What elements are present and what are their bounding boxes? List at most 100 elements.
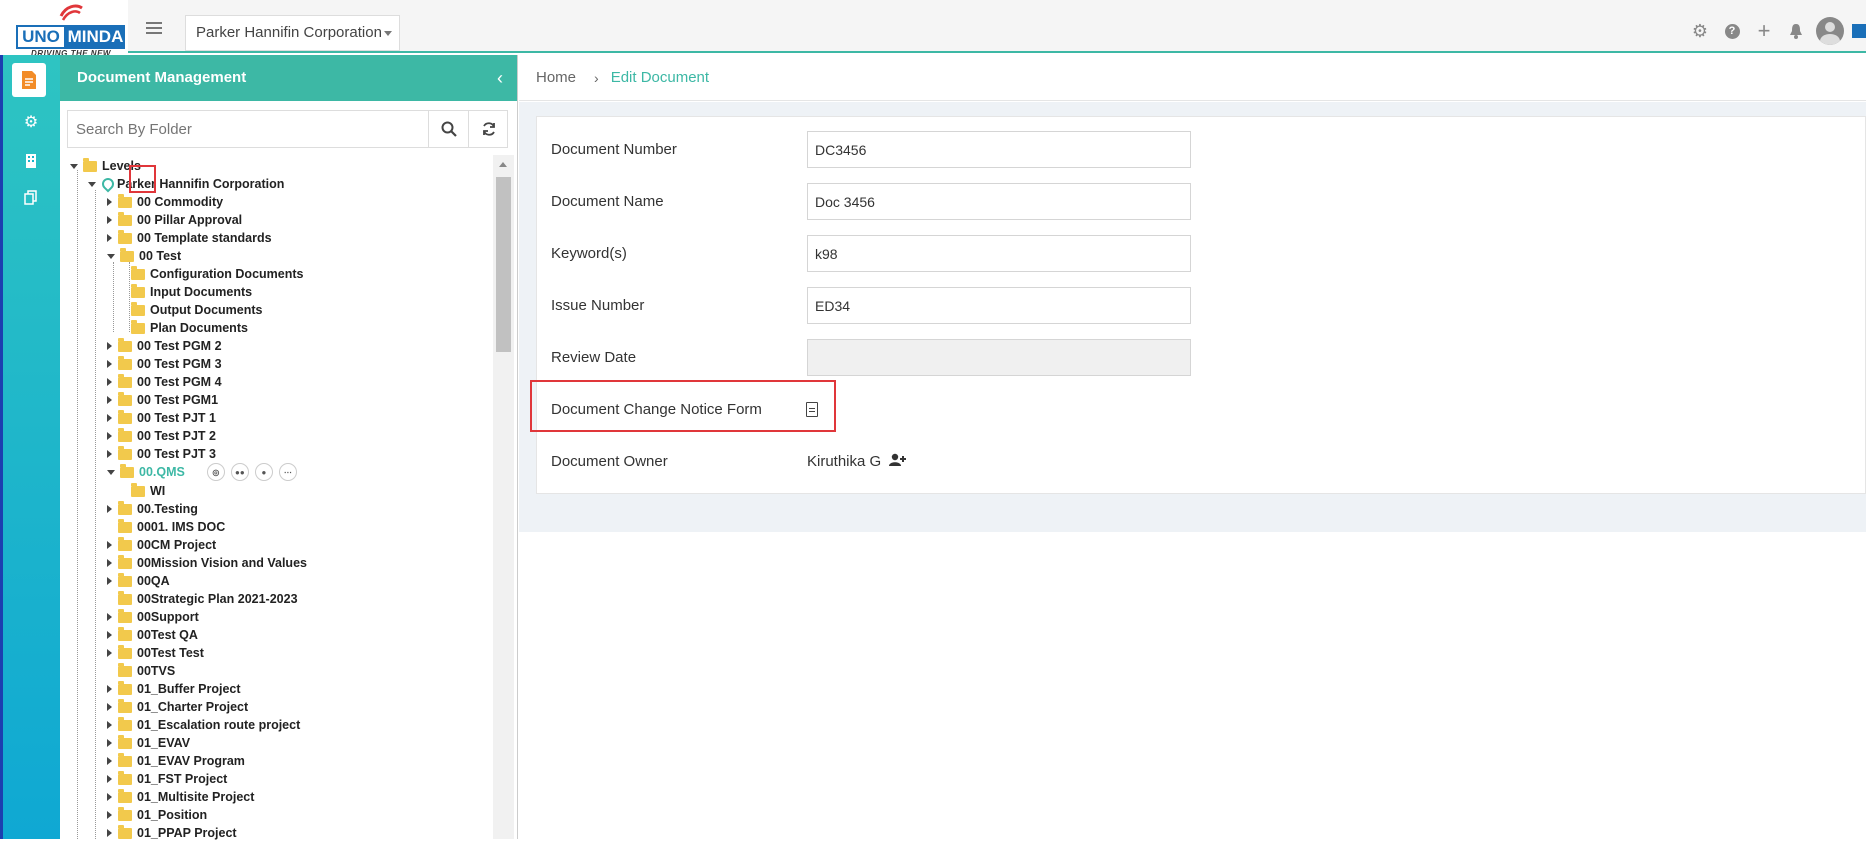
tree-item[interactable]: Output Documents [131,301,263,319]
tree-item[interactable]: 00 Test PGM1 [107,391,218,409]
tree-toggle[interactable] [107,721,112,729]
tree-toggle[interactable] [70,163,78,169]
tree-toggle[interactable] [107,342,112,350]
tree-item[interactable]: 01_Multisite Project [107,788,254,806]
tree-toggle[interactable] [107,414,112,422]
tree-item[interactable]: 00 Test PGM 4 [107,373,222,391]
tree-toggle[interactable] [107,432,112,440]
rail-document-management[interactable] [12,63,46,97]
tree-toggle[interactable] [107,739,112,747]
scrollbar-thumb[interactable] [496,177,511,352]
rail-settings[interactable]: ⚙ [14,107,48,137]
refresh-button[interactable] [468,111,508,147]
tree-item-selected[interactable]: 00.QMS ◎ ●● ● ⋯ [107,463,303,481]
keywords-input[interactable] [807,235,1191,272]
tree-item[interactable]: 00Mission Vision and Values [107,554,307,572]
review-date-input[interactable] [807,339,1191,376]
tree-item[interactable]: Configuration Documents [131,265,303,283]
help-icon[interactable]: ? [1716,16,1748,46]
tree-toggle[interactable] [107,757,112,765]
tree-item[interactable]: Plan Documents [131,319,248,337]
folder-icon [118,554,132,569]
tree-item[interactable]: 00Strategic Plan 2021-2023 [107,590,298,608]
user-icon[interactable]: ● [254,463,273,481]
scroll-up-icon[interactable] [499,162,507,167]
tree-item[interactable]: WI [131,482,165,500]
tree-item[interactable]: 00TVS [107,662,175,680]
bell-icon[interactable] [1780,16,1812,46]
menu-toggle-icon[interactable] [146,22,162,34]
tree-item[interactable]: 01_EVAV Program [107,752,245,770]
tree-toggle[interactable] [107,829,112,837]
tree-item[interactable]: 01_Position [107,806,207,824]
tree-item[interactable]: 00 Test PGM 3 [107,355,222,373]
tree-item[interactable]: 00 Commodity [107,193,223,211]
tree-item[interactable]: 00 Template standards [107,229,272,247]
tree-toggle[interactable] [107,450,112,458]
group-icon[interactable]: ●● [230,463,249,481]
tree-toggle[interactable] [107,811,112,819]
tree-item[interactable]: 00 Test [107,247,181,265]
tree-item[interactable]: 00 Test PJT 1 [107,409,216,427]
tree-item[interactable]: 00Support [107,608,199,626]
tree-toggle[interactable] [107,378,112,386]
tree-item[interactable]: 01_FST Project [107,770,227,788]
company-logo[interactable]: UNO MINDA DRIVING THE NEW [0,0,128,58]
tree-toggle[interactable] [107,360,112,368]
tree-toggle[interactable] [107,559,112,567]
tree-toggle[interactable] [88,181,96,187]
tree-item[interactable]: 00 Test PJT 2 [107,427,216,445]
tree-item[interactable]: 00 Test PGM 2 [107,337,222,355]
document-name-input[interactable] [807,183,1191,220]
tree-item[interactable]: 01_EVAV [107,734,190,752]
tree-toggle[interactable] [107,234,112,242]
tree-org-node[interactable]: Parker Hannifin Corporation [88,175,284,193]
globe-icon[interactable]: ◎ [206,463,225,481]
tree-toggle[interactable] [107,216,112,224]
organization-select[interactable]: Parker Hannifin Corporation [185,15,400,51]
more-icon[interactable]: ⋯ [278,463,297,481]
tree-toggle[interactable] [107,613,112,621]
tree-toggle[interactable] [107,703,112,711]
tree-toggle[interactable] [107,631,112,639]
tree-toggle[interactable] [107,469,115,475]
search-button[interactable] [428,111,468,147]
tree-toggle[interactable] [107,775,112,783]
issue-number-input[interactable] [807,287,1191,324]
breadcrumb-home[interactable]: Home [536,69,576,86]
tree-toggle[interactable] [107,396,112,404]
tree-item[interactable]: 00QA [107,572,170,590]
rail-copy[interactable] [14,182,48,212]
collapse-panel-icon[interactable]: ‹ [497,55,503,101]
add-user-icon[interactable] [889,453,907,470]
tree-item[interactable]: 00 Pillar Approval [107,211,242,229]
user-avatar[interactable] [1816,17,1844,45]
plus-icon[interactable]: + [1748,16,1780,46]
tree-item[interactable]: Input Documents [131,283,252,301]
tree-scrollbar[interactable] [493,155,514,839]
tree-toggle[interactable] [107,649,112,657]
document-number-input[interactable] [807,131,1191,168]
tree-toggle[interactable] [107,577,112,585]
tree-item[interactable]: 01_Escalation route project [107,716,300,734]
tree-item[interactable]: 00 Test PJT 3 [107,445,216,463]
tree-item[interactable]: 01_Charter Project [107,698,248,716]
tree-item[interactable]: 01_PPAP Project [107,824,237,842]
tree-toggle[interactable] [107,198,112,206]
tree-toggle[interactable] [107,685,112,693]
tree-toggle[interactable] [107,541,112,549]
rail-building[interactable] [14,145,48,175]
tree-item[interactable]: 00Test QA [107,626,198,644]
folder-search-input[interactable] [68,111,428,147]
tree-label: 01_PPAP Project [137,826,237,840]
folder-icon [118,590,132,605]
tree-toggle[interactable] [107,793,112,801]
tree-toggle[interactable] [107,505,112,513]
gear-icon[interactable]: ⚙ [1684,16,1716,46]
tree-item[interactable]: 0001. IMS DOC [107,518,225,536]
tree-item[interactable]: 00.Testing [107,500,198,518]
tree-item[interactable]: 01_Buffer Project [107,680,241,698]
tree-item[interactable]: 00Test Test [107,644,204,662]
tree-item[interactable]: 00CM Project [107,536,216,554]
tree-toggle[interactable] [107,253,115,259]
